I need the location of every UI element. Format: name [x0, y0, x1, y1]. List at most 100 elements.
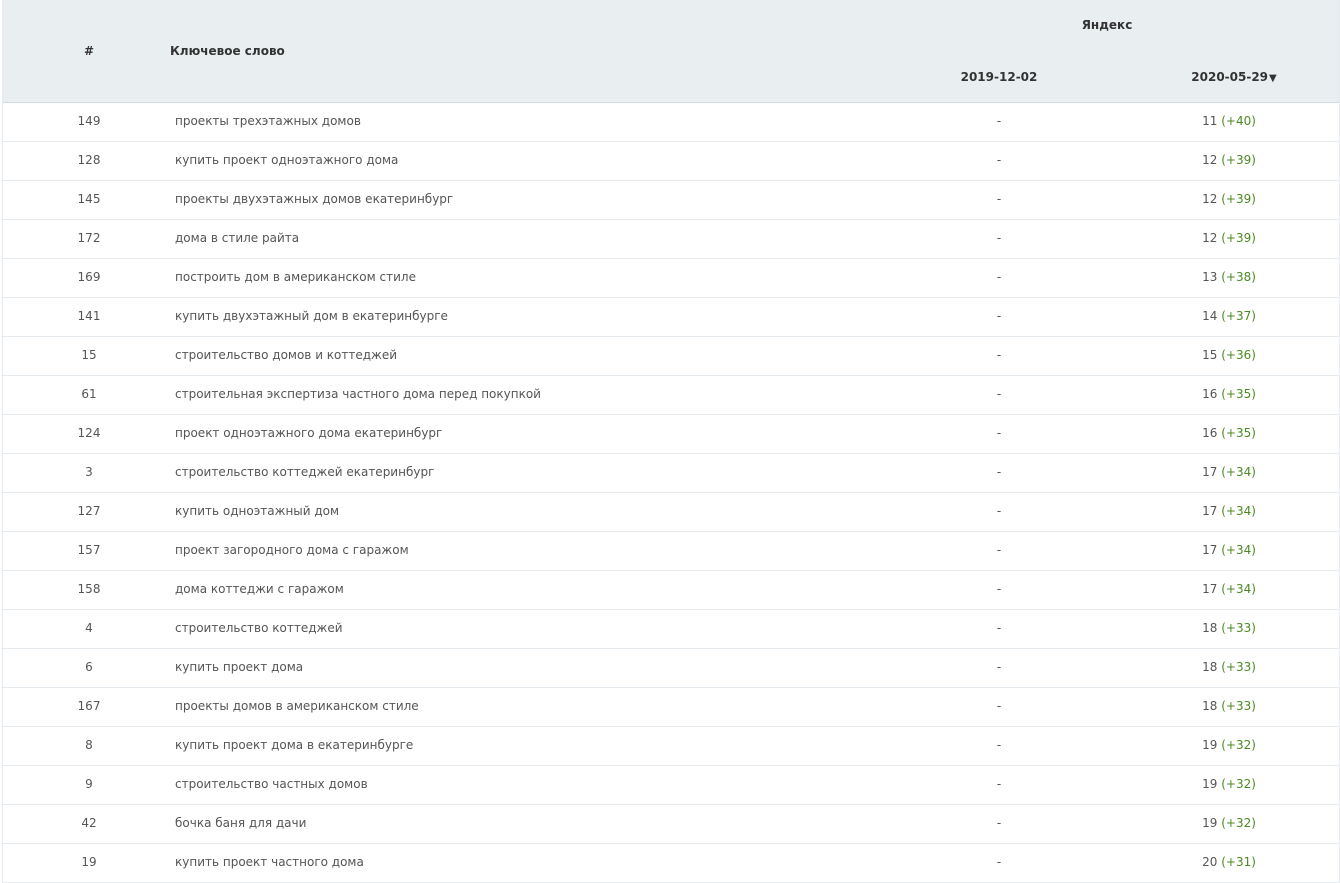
row-position-date-2: 16 (+35): [1179, 387, 1279, 401]
column-group-yandex: Яндекс: [1081, 18, 1133, 32]
row-number: 141: [77, 309, 101, 323]
position-delta: (+32): [1221, 777, 1256, 791]
row-position-date-1: -: [996, 699, 1002, 713]
row-position-date-1: -: [996, 153, 1002, 167]
row-position-date-1: -: [996, 777, 1002, 791]
row-position-date-2: 18 (+33): [1179, 621, 1279, 635]
column-header-date-2-sorted[interactable]: 2020-05-29▼: [1179, 70, 1289, 84]
position-value: 17: [1202, 543, 1218, 557]
row-position-date-2: 12 (+39): [1179, 153, 1279, 167]
row-position-date-1: -: [996, 270, 1002, 284]
row-keyword: купить проект одноэтажного дома: [175, 153, 399, 167]
table-row: 19 купить проект частного дома - 20 (+31): [3, 844, 1339, 883]
row-position-date-2: 15 (+36): [1179, 348, 1279, 362]
table-row: 167 проекты домов в американском стиле - 18…: [3, 688, 1339, 727]
table-row: 15 строительство домов и коттеджей - 15 (+3…: [3, 337, 1339, 376]
column-header-number: #: [83, 44, 95, 58]
row-number: 127: [77, 504, 101, 518]
row-number: 167: [77, 699, 101, 713]
row-keyword: купить проект дома в екатеринбурге: [175, 738, 414, 752]
table-row: 141 купить двухэтажный дом в екатеринбург…: [3, 298, 1339, 337]
position-delta: (+34): [1221, 582, 1256, 596]
row-position-date-2: 19 (+32): [1179, 816, 1279, 830]
row-number: 149: [77, 114, 101, 128]
row-keyword: строительство коттеджей екатеринбург: [175, 465, 435, 479]
position-value: 17: [1202, 465, 1218, 479]
row-position-date-1: -: [996, 192, 1002, 206]
row-number: 42: [81, 816, 97, 830]
row-number: 128: [77, 153, 101, 167]
table-row: 61 строительная экспертиза частного дома …: [3, 376, 1339, 415]
table-row: 6 купить проект дома - 18 (+33): [3, 649, 1339, 688]
row-position-date-1: -: [996, 231, 1002, 245]
position-value: 18: [1202, 660, 1218, 674]
row-position-date-2: 17 (+34): [1179, 543, 1279, 557]
row-position-date-2: 16 (+35): [1179, 426, 1279, 440]
row-position-date-1: -: [996, 309, 1002, 323]
table-row: 9 строительство частных домов - 19 (+32): [3, 766, 1339, 805]
position-delta: (+33): [1221, 621, 1256, 635]
row-number: 145: [77, 192, 101, 206]
row-position-date-2: 11 (+40): [1179, 114, 1279, 128]
position-value: 14: [1202, 309, 1218, 323]
sort-desc-icon[interactable]: ▼: [1269, 73, 1277, 84]
row-position-date-1: -: [996, 543, 1002, 557]
row-position-date-2: 20 (+31): [1179, 855, 1279, 869]
row-position-date-1: -: [996, 582, 1002, 596]
position-value: 13: [1202, 270, 1218, 284]
row-keyword: купить проект дома: [175, 660, 304, 674]
row-position-date-2: 18 (+33): [1179, 660, 1279, 674]
row-position-date-2: 17 (+34): [1179, 582, 1279, 596]
position-delta: (+33): [1221, 699, 1256, 713]
table-row: 127 купить одноэтажный дом - 17 (+34): [3, 493, 1339, 532]
table-row: 149 проекты трехэтажных домов - 11 (+40): [3, 103, 1339, 142]
column-header-date-1[interactable]: 2019-12-02: [949, 70, 1049, 84]
position-delta: (+37): [1221, 309, 1256, 323]
row-position-date-1: -: [996, 426, 1002, 440]
position-value: 16: [1202, 426, 1218, 440]
row-number: 19: [81, 855, 97, 869]
position-delta: (+34): [1221, 543, 1256, 557]
column-header-date-2-label[interactable]: 2020-05-29: [1191, 70, 1268, 84]
row-number: 3: [85, 465, 93, 479]
row-keyword: дома в стиле райта: [175, 231, 300, 245]
row-position-date-2: 14 (+37): [1179, 309, 1279, 323]
table-row: 128 купить проект одноэтажного дома - 12 (+…: [3, 142, 1339, 181]
row-position-date-2: 17 (+34): [1179, 504, 1279, 518]
row-number: 157: [77, 543, 101, 557]
row-keyword: купить проект частного дома: [175, 855, 364, 869]
row-position-date-1: -: [996, 348, 1002, 362]
table-row: 157 проект загородного дома с гаражом - 17 …: [3, 532, 1339, 571]
keyword-positions-table: # Ключевое слово Яндекс 2019-12-02 2020-…: [2, 0, 1340, 883]
row-position-date-1: -: [996, 465, 1002, 479]
position-delta: (+39): [1221, 231, 1256, 245]
table-header: # Ключевое слово Яндекс 2019-12-02 2020-…: [3, 0, 1339, 103]
position-value: 12: [1202, 153, 1218, 167]
position-value: 19: [1202, 777, 1218, 791]
table-row: 158 дома коттеджи с гаражом - 17 (+34): [3, 571, 1339, 610]
row-number: 172: [77, 231, 101, 245]
row-keyword: строительная экспертиза частного дома пе…: [175, 387, 541, 401]
table-row: 169 построить дом в американском стиле - 13…: [3, 259, 1339, 298]
row-number: 158: [77, 582, 101, 596]
position-value: 12: [1202, 231, 1218, 245]
position-delta: (+38): [1221, 270, 1256, 284]
position-delta: (+32): [1221, 738, 1256, 752]
row-position-date-1: -: [996, 621, 1002, 635]
row-keyword: проекты домов в американском стиле: [175, 699, 419, 713]
position-value: 16: [1202, 387, 1218, 401]
row-position-date-1: -: [996, 816, 1002, 830]
row-position-date-2: 13 (+38): [1179, 270, 1279, 284]
row-number: 169: [77, 270, 101, 284]
table-body: 149 проекты трехэтажных домов -11 (+40) 128…: [3, 103, 1339, 883]
row-position-date-2: 12 (+39): [1179, 231, 1279, 245]
table-row: 4 строительство коттеджей - 18 (+33): [3, 610, 1339, 649]
position-delta: (+35): [1221, 387, 1256, 401]
row-keyword: купить двухэтажный дом в екатеринбурге: [175, 309, 448, 323]
row-position-date-1: -: [996, 855, 1002, 869]
row-keyword: строительство коттеджей: [175, 621, 343, 635]
table-row: 124 проект одноэтажного дома екатеринбург…: [3, 415, 1339, 454]
row-keyword: строительство частных домов: [175, 777, 368, 791]
position-value: 12: [1202, 192, 1218, 206]
row-position-date-2: 18 (+33): [1179, 699, 1279, 713]
